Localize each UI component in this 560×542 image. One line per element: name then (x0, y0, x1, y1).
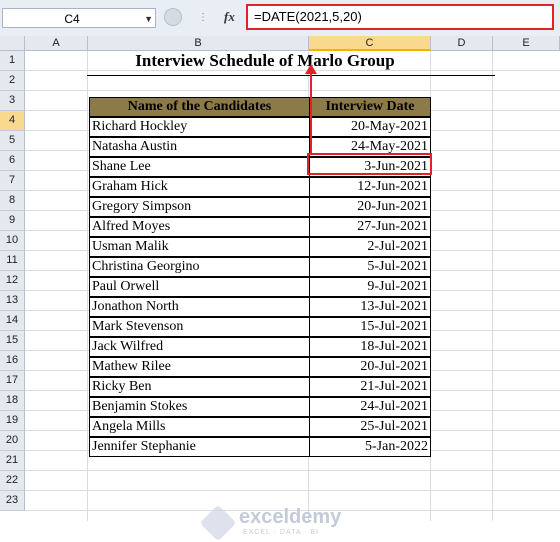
formula-bar-controls: ⋮ (160, 6, 212, 30)
candidate-name-cell[interactable]: Shane Lee (89, 157, 310, 177)
interview-date-cell[interactable]: 20-Jun-2021 (309, 197, 431, 217)
interview-date-cell[interactable]: 5-Jul-2021 (309, 257, 431, 277)
interview-date-cell[interactable]: 24-Jul-2021 (309, 397, 431, 417)
interview-date-cell[interactable]: 9-Jul-2021 (309, 277, 431, 297)
interview-date-cell[interactable]: 12-Jun-2021 (309, 177, 431, 197)
candidate-name-cell[interactable]: Usman Malik (89, 237, 310, 257)
row-header-19[interactable]: 19 (0, 411, 25, 431)
interview-date-cell[interactable]: 13-Jul-2021 (309, 297, 431, 317)
candidate-name-cell[interactable]: Alfred Moyes (89, 217, 310, 237)
arrow-up-icon (305, 64, 317, 74)
header-interview-date[interactable]: Interview Date (309, 97, 431, 117)
row-header-2[interactable]: 2 (0, 71, 25, 91)
candidate-name-cell[interactable]: Jack Wilfred (89, 337, 310, 357)
row-header-6[interactable]: 6 (0, 151, 25, 171)
row-header-5[interactable]: 5 (0, 131, 25, 151)
row-header-16[interactable]: 16 (0, 351, 25, 371)
candidate-name-cell[interactable]: Mark Stevenson (89, 317, 310, 337)
gridline-horizontal (25, 90, 560, 91)
candidate-name-cell[interactable]: Christina Georgino (89, 257, 310, 277)
row-header-18[interactable]: 18 (0, 391, 25, 411)
gridline-vertical (87, 51, 88, 521)
watermark-tagline: EXCEL · DATA · BI (243, 529, 319, 536)
row-header-11[interactable]: 11 (0, 251, 25, 271)
candidate-name-cell[interactable]: Jennifer Stephanie (89, 437, 310, 457)
interview-date-cell[interactable]: 21-Jul-2021 (309, 377, 431, 397)
chevron-down-icon[interactable]: ▼ (144, 9, 153, 29)
candidate-name-cell[interactable]: Jonathon North (89, 297, 310, 317)
column-header-e[interactable]: E (493, 36, 560, 51)
worksheet-grid[interactable]: ABCDE 1 2 3 4 5 6 7 8 9 10 11 12 13 14 15 16 17 18 19 20 21 2… (0, 36, 560, 542)
formula-bar: C4 ▼ ⋮ fx =DATE(2021,5,20) (0, 0, 560, 37)
interview-date-cell[interactable]: 20-May-2021 (309, 117, 431, 137)
interview-date-cell[interactable]: 15-Jul-2021 (309, 317, 431, 337)
resize-grip-icon[interactable]: ⋮ (198, 12, 208, 23)
candidate-name-cell[interactable]: Richard Hockley (89, 117, 310, 137)
column-header-c[interactable]: C (309, 36, 431, 51)
column-header-b[interactable]: B (88, 36, 309, 51)
name-box-value: C4 (64, 12, 80, 26)
interview-date-cell[interactable]: 27-Jun-2021 (309, 217, 431, 237)
interview-date-cell[interactable]: 25-Jul-2021 (309, 417, 431, 437)
candidate-name-cell[interactable]: Ricky Ben (89, 377, 310, 397)
annotation-arrow-line (310, 66, 312, 154)
row-header-10[interactable]: 10 (0, 231, 25, 251)
candidate-name-cell[interactable]: Gregory Simpson (89, 197, 310, 217)
candidate-name-cell[interactable]: Benjamin Stokes (89, 397, 310, 417)
row-header-4[interactable]: 4 (0, 111, 25, 131)
sheet-title: Interview Schedule of Marlo Group (135, 51, 395, 70)
column-header-a[interactable]: A (25, 36, 88, 51)
interview-date-cell[interactable]: 2-Jul-2021 (309, 237, 431, 257)
row-header-15[interactable]: 15 (0, 331, 25, 351)
candidate-name-cell[interactable]: Mathew Rilee (89, 357, 310, 377)
gridline-horizontal (25, 470, 560, 471)
candidate-name-cell[interactable]: Natasha Austin (89, 137, 310, 157)
row-header-14[interactable]: 14 (0, 311, 25, 331)
interview-date-cell[interactable]: 18-Jul-2021 (309, 337, 431, 357)
selected-cell-highlight (307, 153, 432, 175)
candidate-name-cell[interactable]: Graham Hick (89, 177, 310, 197)
row-header-22[interactable]: 22 (0, 471, 25, 491)
candidate-name-cell[interactable]: Paul Orwell (89, 277, 310, 297)
expand-handle-icon[interactable] (164, 8, 182, 26)
gridline-vertical (492, 51, 493, 521)
row-header-21[interactable]: 21 (0, 451, 25, 471)
insert-function-button[interactable]: fx (224, 9, 235, 25)
interview-date-cell[interactable]: 20-Jul-2021 (309, 357, 431, 377)
watermark: exceldemy EXCEL · DATA · BI (199, 504, 365, 542)
row-header-7[interactable]: 7 (0, 171, 25, 191)
watermark-brand: exceldemy (239, 506, 342, 528)
row-header-3[interactable]: 3 (0, 91, 25, 111)
row-header-9[interactable]: 9 (0, 211, 25, 231)
row-header-17[interactable]: 17 (0, 371, 25, 391)
name-box[interactable]: C4 ▼ (2, 8, 156, 28)
row-header-13[interactable]: 13 (0, 291, 25, 311)
select-all-corner[interactable] (0, 36, 25, 51)
exceldemy-logo-icon (199, 504, 237, 542)
column-header-d[interactable]: D (431, 36, 493, 51)
header-candidate-name[interactable]: Name of the Candidates (89, 97, 310, 117)
row-header-8[interactable]: 8 (0, 191, 25, 211)
formula-input[interactable]: =DATE(2021,5,20) (246, 4, 554, 30)
title-underline (87, 75, 495, 76)
row-header-20[interactable]: 20 (0, 431, 25, 451)
candidate-name-cell[interactable]: Angela Mills (89, 417, 310, 437)
row-header-23[interactable]: 23 (0, 491, 25, 511)
interview-date-cell[interactable]: 5-Jan-2022 (309, 437, 431, 457)
gridline-horizontal (25, 490, 560, 491)
row-header-12[interactable]: 12 (0, 271, 25, 291)
row-header-1[interactable]: 1 (0, 51, 25, 71)
